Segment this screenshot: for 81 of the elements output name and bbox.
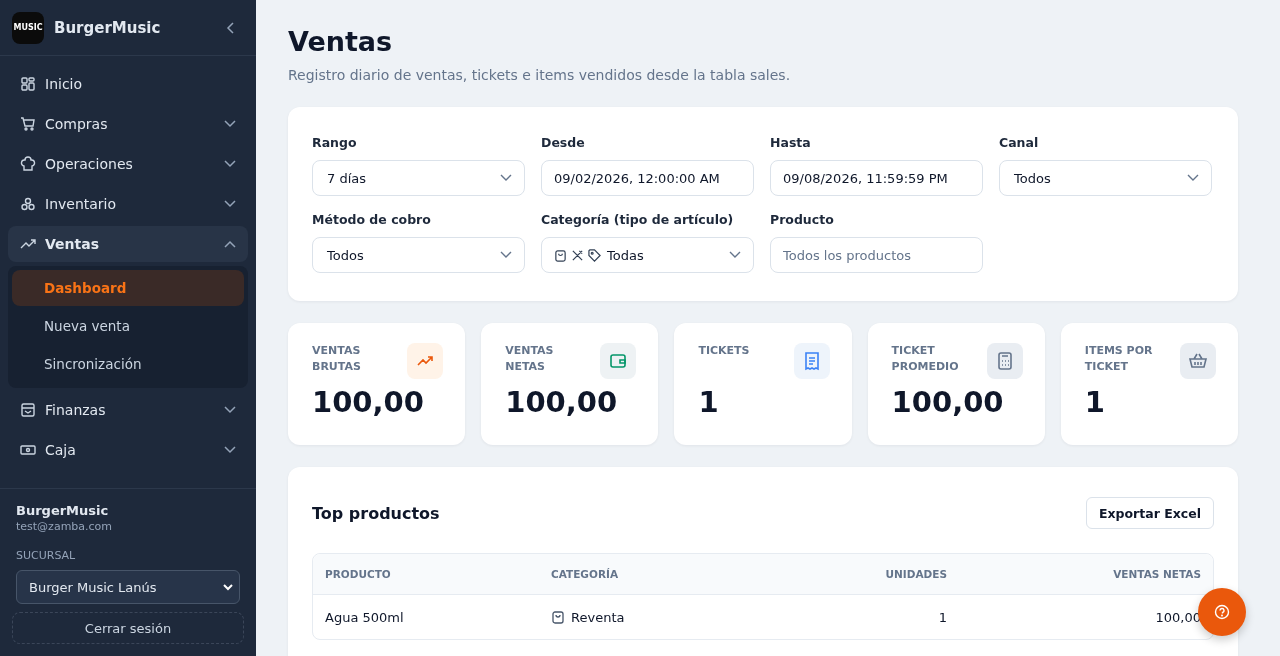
stat-value: 1 [698,385,720,419]
chevron-icon [224,446,236,454]
bag-icon [554,248,567,262]
submenu-item[interactable]: Dashboard [12,270,244,306]
chevron-icon [224,406,236,414]
utensils-icon [571,248,584,262]
receipt-icon [793,343,830,379]
stat-value: 1 [1084,385,1106,419]
table-cell: Reventa [551,609,777,625]
grid-icon [20,76,36,92]
chevron-icon [224,200,236,208]
branch-select[interactable]: Burger Music Lanús [16,570,240,604]
filter-select[interactable]: 7 días [312,160,525,196]
calculator-icon [986,343,1023,379]
chevron-icon [224,240,236,248]
section-title: Top productos [312,503,440,523]
table-cell-text: 1 [937,609,947,625]
stat-label: ITEMS POR TICKET [1084,343,1154,375]
branch-label: SUCURSAL [16,549,77,562]
stat-label: VENTAS NETAS [505,343,555,375]
chevron-icon [500,174,512,182]
tag-icon [588,248,601,262]
filter-input[interactable]: 09/08/2026, 11:59:59 PM [770,160,983,196]
basket-icon [1180,343,1216,379]
filter-input[interactable]: 09/02/2026, 12:00:00 AM [541,160,754,196]
wallet-icon [600,343,637,379]
filter-input[interactable]: Todos los productos [770,237,983,273]
user-email: test@zamba.com [16,520,114,533]
chef-icon [20,156,36,172]
nav-item[interactable]: Compras [8,106,248,142]
logo-icon: MUSIC [12,11,44,44]
nav-item[interactable]: Finanzas [8,392,248,428]
submenu-item[interactable]: Sincronización [12,346,244,382]
filter-label: Método de cobro [312,212,432,227]
column-header: CATEGORÍA [551,568,619,580]
table-cell-text: Agua 500ml [325,609,405,625]
bag-icon [551,610,565,624]
archive-icon [20,402,36,418]
chevron-icon [224,160,236,168]
filter-label: Categoría (tipo de artículo) [541,212,735,227]
brand-name: BurgerMusic [54,18,162,37]
trend-icon [407,343,444,379]
chevron-icon [224,120,236,128]
help-icon [1214,604,1230,620]
logout-button[interactable]: Cerrar sesión [12,612,244,644]
collapse-icon[interactable] [226,21,236,34]
filter-label: Desde [541,135,586,150]
column-header: PRODUCTO [325,568,392,580]
cash-icon [20,442,36,458]
submenu-item[interactable]: Nueva venta [12,308,244,344]
table-cell-text: 100,00 [1154,609,1201,625]
stat-label: TICKET PROMEDIO [891,343,960,375]
stat-value: 100,00 [505,385,619,419]
filter-select[interactable]: Todas [541,237,754,273]
chevron-icon [1187,174,1199,182]
chevron-icon [223,583,233,591]
nav-item[interactable]: Caja [8,432,248,468]
column-header: UNIDADES [884,568,947,580]
nav-item[interactable]: Inventario [8,186,248,222]
nav-item[interactable]: Ventas [8,226,248,262]
export-button[interactable]: Exportar Excel [1086,497,1214,529]
nav-item[interactable]: Operaciones [8,146,248,182]
stat-label: TICKETS [698,343,751,359]
filter-label: Rango [312,135,358,150]
boxes-icon [20,196,36,212]
stat-value: 100,00 [891,385,1005,419]
page-subtitle: Registro diario de ventas, tickets e items vendidos desde la tabla sales. [288,67,792,83]
stat-label: VENTAS BRUTAS [312,343,362,375]
filter-label: Hasta [770,135,812,150]
filter-select[interactable]: Todos [312,237,525,273]
user-name: BurgerMusic [16,503,110,518]
chevron-icon [500,251,512,259]
filter-label: Canal [999,135,1040,150]
chevron-icon [729,251,741,259]
column-header: VENTAS NETAS [1112,568,1201,580]
filter-select[interactable]: Todos [999,160,1212,196]
cart-icon [20,116,36,132]
stat-value: 100,00 [312,385,425,419]
page-title: Ventas [288,26,394,57]
nav-item[interactable]: Inicio [8,66,248,102]
filter-label: Producto [770,212,835,227]
